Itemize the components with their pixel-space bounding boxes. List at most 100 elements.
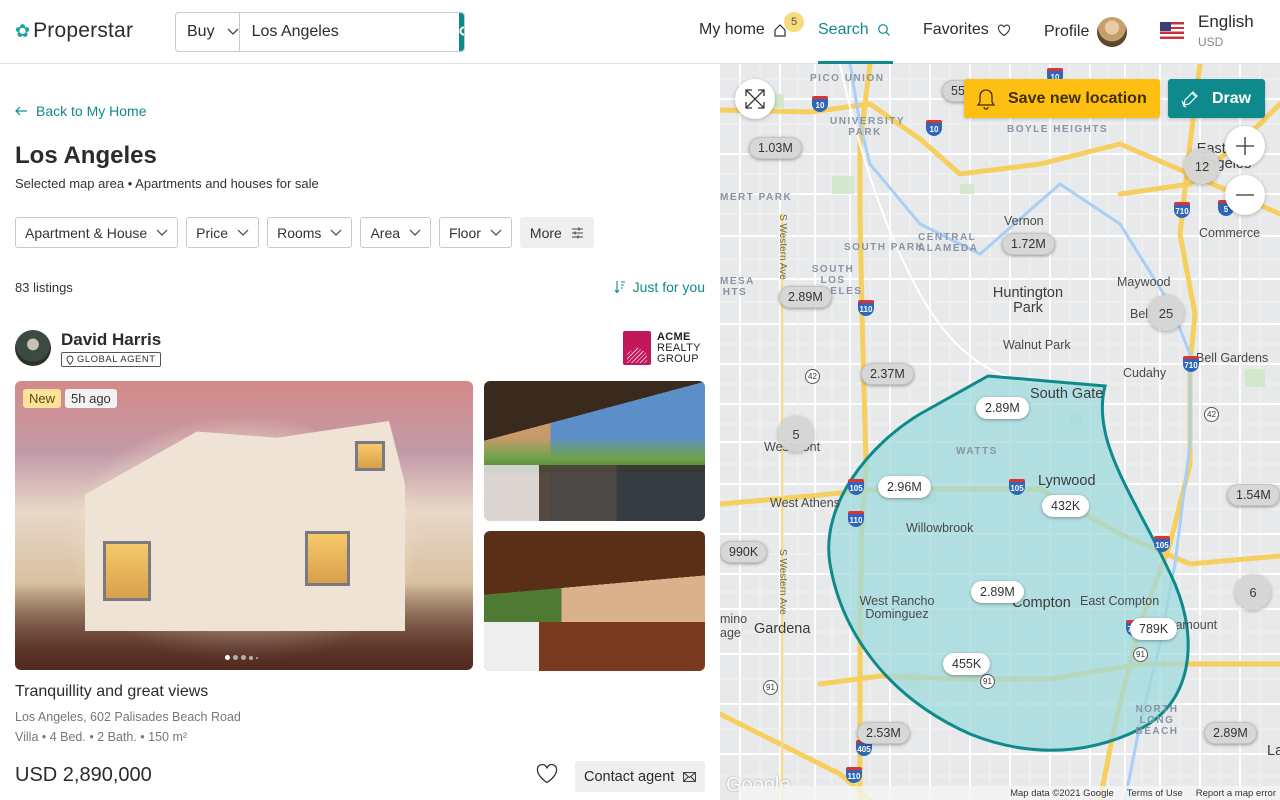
- price-pin[interactable]: 1.72M: [1002, 233, 1055, 255]
- photo-dot[interactable]: [249, 655, 253, 660]
- price-pin-selected-area[interactable]: 2.89M: [971, 581, 1024, 603]
- listing-photo-3[interactable]: [484, 531, 705, 671]
- price-pin-selected-area[interactable]: 789K: [1130, 618, 1178, 640]
- filter-label: Area: [370, 224, 401, 241]
- price-pin[interactable]: 2.89M: [779, 286, 832, 308]
- price-pin-selected-area[interactable]: 432K: [1042, 495, 1090, 517]
- agency-name: ACME REALTY GROUP: [657, 331, 701, 365]
- heart-icon: [536, 763, 558, 784]
- price-pin-selected-area[interactable]: 2.96M: [878, 476, 931, 498]
- save-new-location-button[interactable]: Save new location: [964, 79, 1160, 118]
- report-map-error-link[interactable]: Report a map error: [1196, 788, 1276, 799]
- listing-title[interactable]: Tranquillity and great views: [15, 683, 208, 701]
- nav-search-label: Search: [818, 21, 869, 38]
- photo-badges: New 5h ago: [23, 389, 117, 408]
- filter-property-type[interactable]: Apartment & House: [15, 217, 179, 248]
- language-currency-selector[interactable]: English USD: [1160, 12, 1254, 49]
- search-submit-button[interactable]: [458, 13, 464, 51]
- contact-agent-button[interactable]: Contact agent: [575, 761, 706, 792]
- favorite-button[interactable]: [536, 763, 558, 789]
- agent-info[interactable]: David Harris GLOBAL AGENT: [15, 330, 161, 370]
- listing-photo-2[interactable]: [484, 381, 705, 521]
- photo-dot[interactable]: [256, 656, 258, 659]
- agent-tag-label: GLOBAL AGENT: [77, 354, 156, 365]
- transaction-type-select[interactable]: Buy: [176, 13, 240, 51]
- chevron-down-icon: [409, 229, 421, 236]
- price-pin-selected-area[interactable]: 455K: [943, 653, 991, 675]
- street-label: S Western Ave: [777, 214, 788, 280]
- interstate-105-shield: 105: [1009, 479, 1025, 495]
- terms-of-use-link[interactable]: Terms of Use: [1127, 788, 1183, 799]
- mail-icon: [683, 771, 697, 782]
- state-route-42-shield: 42: [805, 369, 820, 384]
- agency-name-line3: GROUP: [657, 352, 699, 365]
- map-label: Gardena: [754, 621, 811, 637]
- filter-label: Price: [196, 224, 229, 241]
- map-label: Cudahy: [1123, 366, 1167, 380]
- filter-price[interactable]: Price: [186, 217, 260, 248]
- nav-search[interactable]: Search: [818, 21, 891, 39]
- listing-cluster[interactable]: 5: [778, 416, 814, 452]
- nav-profile[interactable]: Profile: [1044, 17, 1128, 47]
- results-panel: Back to My Home Los Angeles Selected map…: [0, 64, 720, 800]
- agency-logo[interactable]: ACME REALTY GROUP: [623, 331, 701, 365]
- state-route-91-shield: 91: [1133, 647, 1148, 662]
- more-filters-button[interactable]: More: [519, 217, 594, 248]
- state-route-91-shield: 91: [980, 674, 995, 689]
- map-label: NORTH LONG BEACH: [1135, 704, 1179, 737]
- filter-floor[interactable]: Floor: [439, 217, 512, 248]
- photo-dot[interactable]: [241, 655, 246, 660]
- nav-my-home-label: My home: [699, 21, 765, 38]
- fullscreen-toggle-button[interactable]: [735, 79, 775, 119]
- map-label: East Compton: [1080, 594, 1160, 608]
- listing-details: Villa • 4 Bed. • 2 Bath. • 150 m²: [15, 730, 188, 744]
- map-data-credit: Map data ©2021 Google: [1010, 787, 1114, 799]
- chevron-down-icon: [331, 229, 342, 236]
- listing-price: USD 2,890,000: [15, 764, 152, 786]
- drawn-search-area[interactable]: [827, 374, 1190, 752]
- price-pin[interactable]: 1.54M: [1227, 484, 1280, 506]
- listing-cluster[interactable]: 12: [1184, 148, 1220, 184]
- map-label: Maywood: [1117, 275, 1171, 289]
- price-pin[interactable]: 1.03M: [749, 137, 802, 159]
- map-label: Walnut Park: [1003, 338, 1071, 352]
- sort-selector[interactable]: Just for you: [614, 279, 705, 295]
- location-search-input[interactable]: [239, 13, 459, 51]
- map-view[interactable]: PICO UNION UNIVERSITY PARK BOYLE HEIGHTS…: [720, 64, 1280, 800]
- nav-favorites-label: Favorites: [923, 21, 989, 38]
- filter-area[interactable]: Area: [360, 217, 432, 248]
- listing-cluster[interactable]: 6: [1235, 574, 1271, 610]
- interstate-105-shield: 105: [1154, 536, 1170, 552]
- filter-rooms[interactable]: Rooms: [267, 217, 353, 248]
- agency-logo-mark: [623, 331, 651, 365]
- photo-dot[interactable]: [225, 655, 230, 660]
- price-pin-selected-area[interactable]: 2.89M: [976, 397, 1029, 419]
- zoom-out-button[interactable]: [1225, 175, 1265, 215]
- back-to-my-home-link[interactable]: Back to My Home: [15, 103, 146, 119]
- profile-avatar: [1097, 17, 1128, 47]
- listing-main-photo[interactable]: New 5h ago: [15, 381, 473, 670]
- interstate-10-shield: 10: [812, 96, 828, 112]
- properstar-logo[interactable]: ✿ Properstar: [15, 19, 133, 43]
- map-attribution-bar: Map data ©2021 Google Terms of Use Repor…: [740, 786, 1280, 800]
- price-pin[interactable]: 2.37M: [861, 363, 914, 385]
- map-label: MERT PARK: [720, 192, 793, 203]
- sort-label: Just for you: [632, 279, 705, 295]
- nav-my-home[interactable]: My home: [699, 21, 787, 39]
- posted-time-badge: 5h ago: [65, 389, 117, 408]
- map-label: Lynwood: [1038, 473, 1096, 489]
- minus-icon: [1236, 194, 1254, 196]
- price-pin[interactable]: 990K: [720, 541, 768, 563]
- price-pin[interactable]: 2.53M: [857, 722, 910, 744]
- draw-area-button[interactable]: Draw: [1168, 79, 1265, 118]
- price-pin[interactable]: 2.89M: [1204, 722, 1257, 744]
- my-home-count-badge: 5: [784, 12, 804, 32]
- nav-favorites[interactable]: Favorites: [923, 21, 1011, 39]
- heart-icon: [997, 24, 1010, 36]
- listing-cluster[interactable]: 25: [1148, 295, 1184, 331]
- currency-label: USD: [1198, 35, 1224, 49]
- map-label: Willowbrook: [906, 521, 974, 535]
- state-route-42-shield: 42: [1204, 407, 1219, 422]
- photo-dot[interactable]: [233, 655, 238, 660]
- zoom-in-button[interactable]: [1225, 126, 1265, 166]
